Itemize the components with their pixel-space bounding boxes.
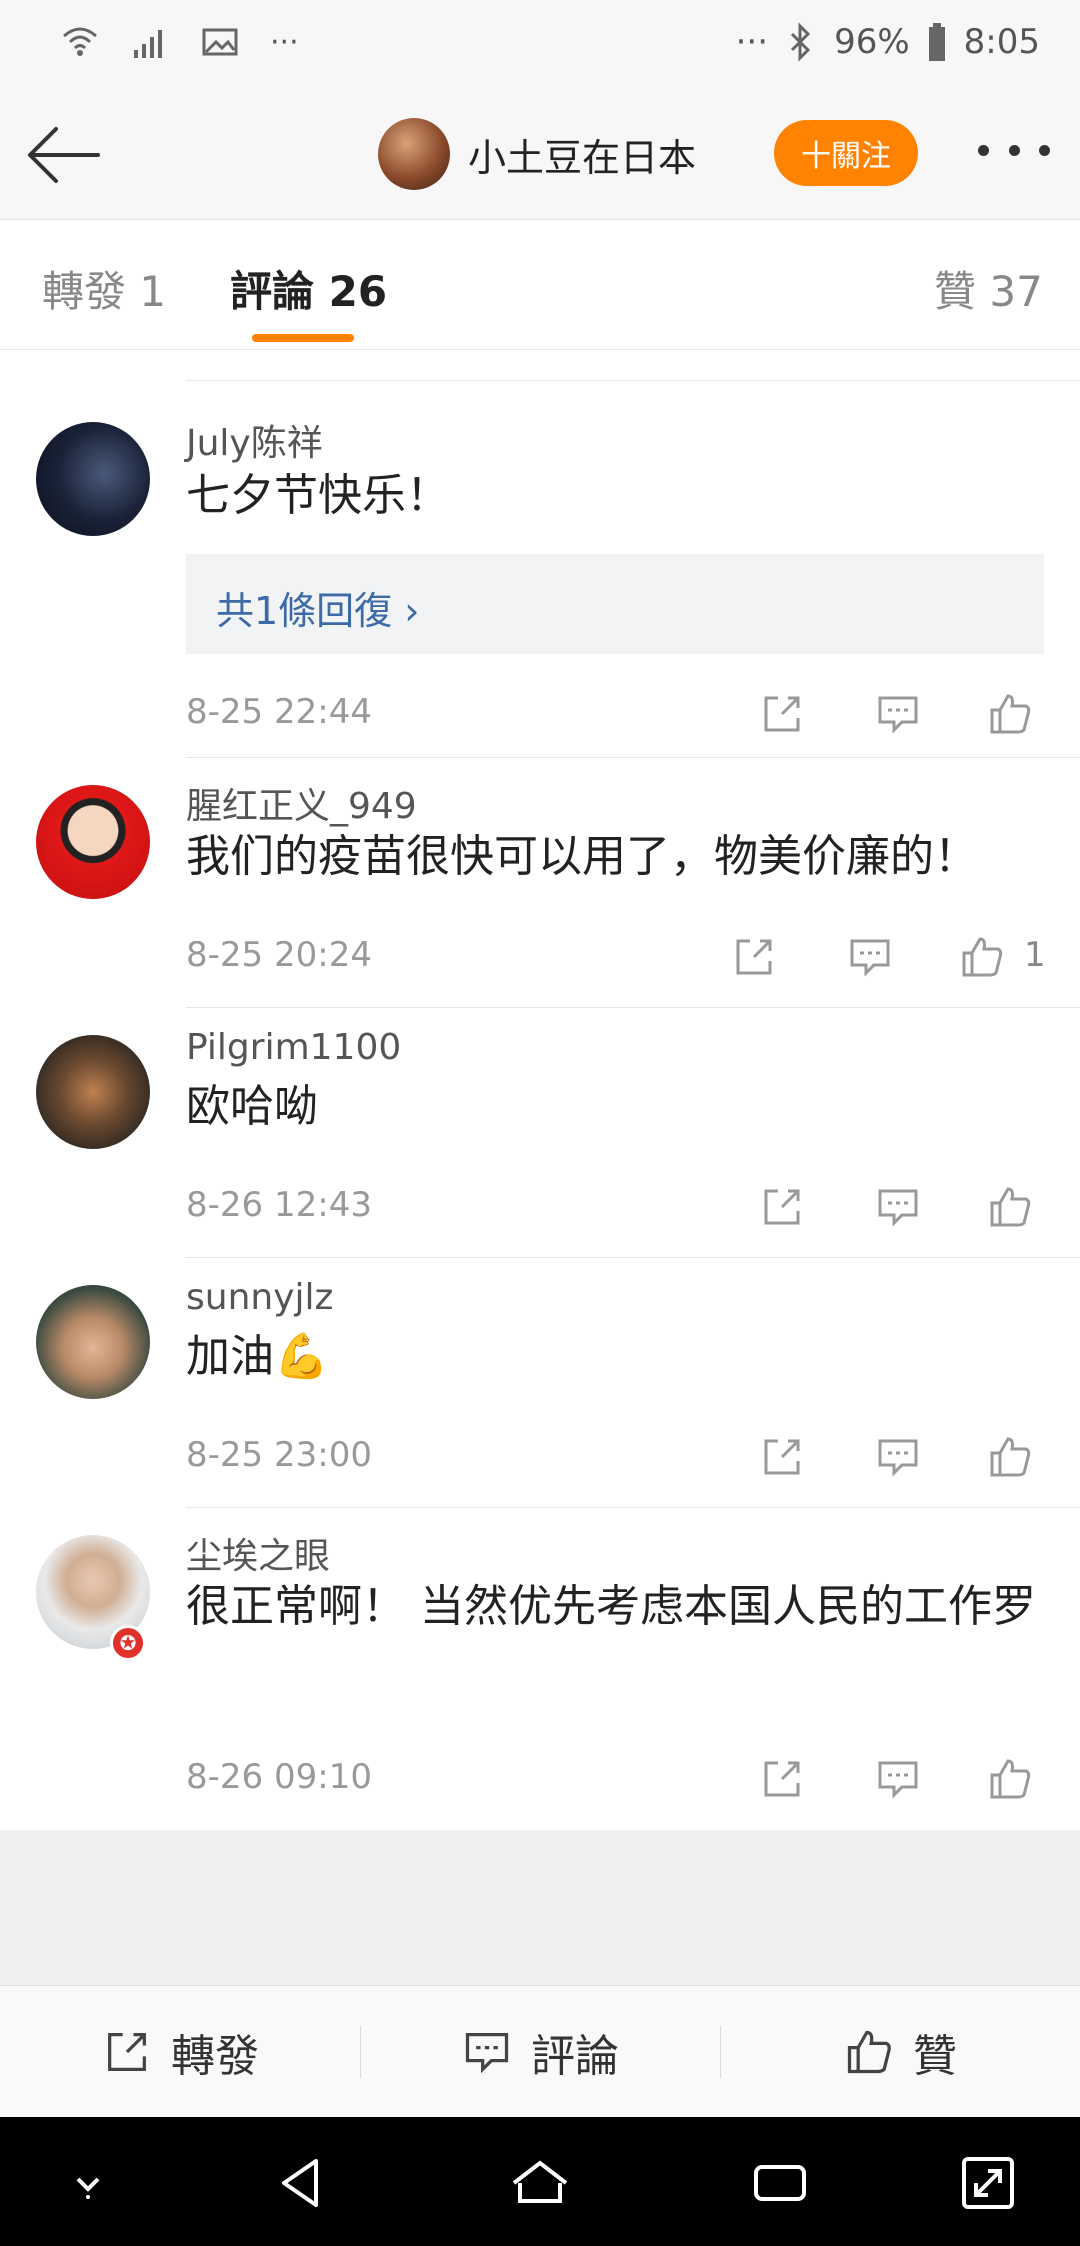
- verified-badge: ✪: [110, 1625, 146, 1661]
- home-icon[interactable]: [510, 2153, 570, 2213]
- list-item: 腥红正义_949 我们的疫苗很快可以用了，物美价廉的！ 8-25 20:24 1: [0, 757, 1080, 1007]
- comment-label: 評論: [531, 2030, 619, 2082]
- share-icon[interactable]: [730, 933, 778, 981]
- comment-list: July陈祥 七夕节快乐！ 共1條回復 › 8-25 22:44 腥红正义_94…: [0, 350, 1080, 1830]
- dot-icon: [978, 144, 989, 156]
- thumbs-up-icon: [847, 2030, 891, 2073]
- reply-count-label: 共1條回復: [216, 589, 393, 633]
- tabs-bar: 轉發 1 評論 26 贊 37: [0, 220, 1080, 350]
- dot-icon: [1008, 144, 1020, 156]
- share-icon[interactable]: [758, 690, 806, 738]
- back-button[interactable]: [24, 120, 104, 190]
- status-overflow: ···: [270, 24, 299, 60]
- arrow-left-icon: [28, 127, 100, 183]
- battery-icon: [928, 23, 945, 61]
- more-button[interactable]: [978, 130, 1050, 170]
- share-icon: [108, 2032, 146, 2071]
- comment-time: 8-26 12:43: [186, 1185, 372, 1225]
- comment-text: 我们的疫苗很快可以用了，物美价廉的！: [186, 831, 978, 882]
- list-item: ✪ 尘埃之眼 很正常啊！ 当然优先考虑本国人民的工作罗 8-26 09:10: [0, 1507, 1080, 1830]
- wifi-icon: [63, 27, 97, 56]
- active-tab-indicator: [252, 334, 354, 342]
- comment-icon[interactable]: [846, 933, 894, 981]
- comment-icon[interactable]: [874, 1183, 922, 1231]
- expand-icon[interactable]: [958, 2153, 1018, 2213]
- reply-link[interactable]: 共1條回復 ›: [216, 580, 419, 635]
- thumbs-up-icon[interactable]: [958, 933, 1006, 981]
- thumbs-up-icon[interactable]: [986, 1433, 1034, 1481]
- system-nav-bar: [0, 2117, 1080, 2246]
- tab-repost[interactable]: 轉發 1: [42, 258, 166, 319]
- comment-button[interactable]: 評論: [360, 1986, 720, 2117]
- user-name[interactable]: 小土豆在日本: [468, 127, 696, 182]
- comment-text: 加油💪: [186, 1331, 329, 1382]
- comment-icon[interactable]: [874, 690, 922, 738]
- signal-icon: [134, 30, 162, 58]
- user-chip[interactable]: 小土豆在日本: [378, 118, 696, 190]
- reply-box[interactable]: 共1條回復 ›: [186, 554, 1044, 654]
- avatar[interactable]: [36, 422, 150, 536]
- battery-percent: 96%: [834, 22, 910, 62]
- comment-time: 8-26 09:10: [186, 1757, 372, 1797]
- thumbs-up-icon[interactable]: [986, 690, 1034, 738]
- thumbs-up-icon[interactable]: [986, 1183, 1034, 1231]
- thumbs-up-icon[interactable]: [986, 1755, 1034, 1803]
- avatar[interactable]: [378, 118, 450, 190]
- tab-likes[interactable]: 贊 37: [934, 258, 1043, 319]
- share-icon[interactable]: [758, 1755, 806, 1803]
- avatar[interactable]: [36, 1035, 150, 1149]
- list-item: July陈祥 七夕节快乐！ 共1條回復 › 8-25 22:44: [0, 380, 1080, 757]
- clock: 8:05: [963, 22, 1040, 62]
- top-header: 小土豆在日本 十關注: [0, 90, 1080, 220]
- like-label: 贊: [913, 2030, 957, 2082]
- comment-author[interactable]: July陈祥: [186, 414, 323, 466]
- comment-author[interactable]: sunnyjlz: [186, 1277, 333, 1318]
- comment-time: 8-25 23:00: [186, 1435, 372, 1475]
- share-icon[interactable]: [758, 1433, 806, 1481]
- comment-time: 8-25 22:44: [186, 692, 372, 732]
- repost-label: 轉發: [171, 2030, 259, 2082]
- comment-icon: [465, 2032, 509, 2073]
- chevron-right-icon: ›: [404, 589, 420, 633]
- follow-button[interactable]: 十關注: [774, 120, 918, 186]
- chevron-down-icon[interactable]: [58, 2153, 118, 2213]
- status-overflow-right: ···: [735, 22, 769, 62]
- dot-icon: [1039, 144, 1050, 156]
- repost-button[interactable]: 轉發: [0, 1986, 360, 2117]
- comment-icon[interactable]: [874, 1433, 922, 1481]
- like-button[interactable]: 贊: [720, 1986, 1080, 2117]
- recents-icon[interactable]: [750, 2153, 810, 2213]
- list-item: Pilgrim1100 欧哈呦 8-26 12:43: [0, 1007, 1080, 1257]
- image-icon: [202, 28, 238, 56]
- bottom-action-bar: 轉發 評論 贊: [0, 1985, 1080, 2117]
- comment-text: 七夕节快乐！: [186, 470, 450, 521]
- list-item: sunnyjlz 加油💪 8-25 23:00: [0, 1257, 1080, 1507]
- empty-area: [0, 1830, 1080, 1985]
- comment-author[interactable]: Pilgrim1100: [186, 1027, 401, 1068]
- bluetooth-icon: [791, 22, 811, 62]
- comment-time: 8-25 20:24: [186, 935, 372, 975]
- comment-text: 很正常啊！ 当然优先考虑本国人民的工作罗: [186, 1581, 1036, 1632]
- comment-text: 欧哈呦: [186, 1081, 318, 1132]
- status-bar: ··· ··· 96% 8:05: [0, 0, 1080, 90]
- like-count: 1: [1024, 935, 1046, 975]
- back-nav-icon[interactable]: [272, 2153, 332, 2213]
- share-icon[interactable]: [758, 1183, 806, 1231]
- comment-icon[interactable]: [874, 1755, 922, 1803]
- tab-comments[interactable]: 評論 26: [230, 258, 387, 319]
- avatar[interactable]: [36, 1285, 150, 1399]
- avatar[interactable]: [36, 785, 150, 899]
